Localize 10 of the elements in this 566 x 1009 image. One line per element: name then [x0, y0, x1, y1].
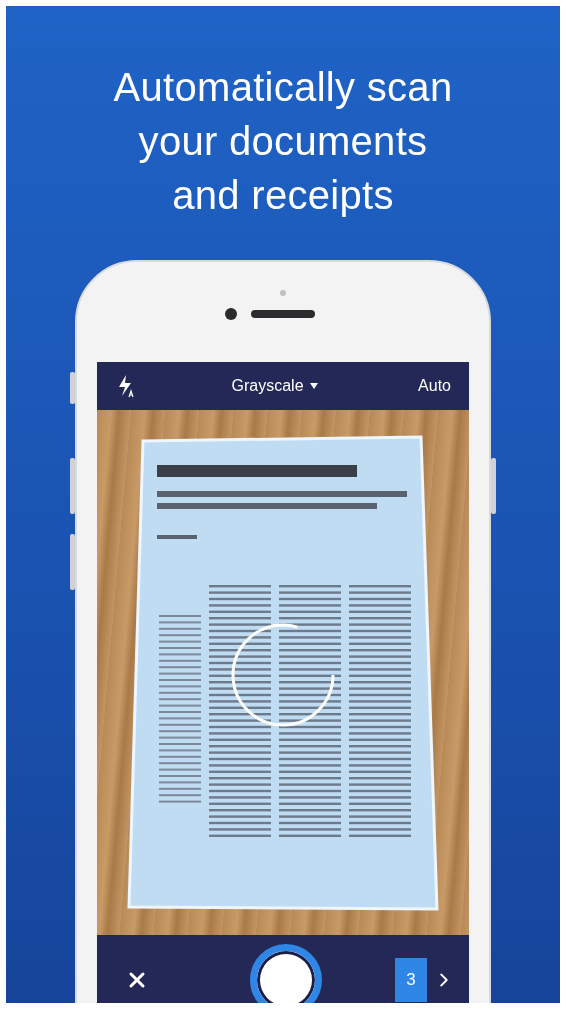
shutter-button[interactable] [250, 944, 322, 1003]
auto-flash-icon[interactable] [117, 374, 135, 398]
front-camera [225, 308, 237, 320]
color-mode-dropdown[interactable]: Grayscale [227, 373, 322, 399]
earpiece-speaker [251, 310, 315, 318]
page-count-button[interactable]: 3 [395, 958, 427, 1002]
sensor-dot [280, 290, 286, 296]
headline: Automatically scan your documents and receipts [112, 64, 454, 219]
caret-icon [309, 383, 318, 389]
scan-mode-button[interactable]: Auto [414, 373, 455, 399]
